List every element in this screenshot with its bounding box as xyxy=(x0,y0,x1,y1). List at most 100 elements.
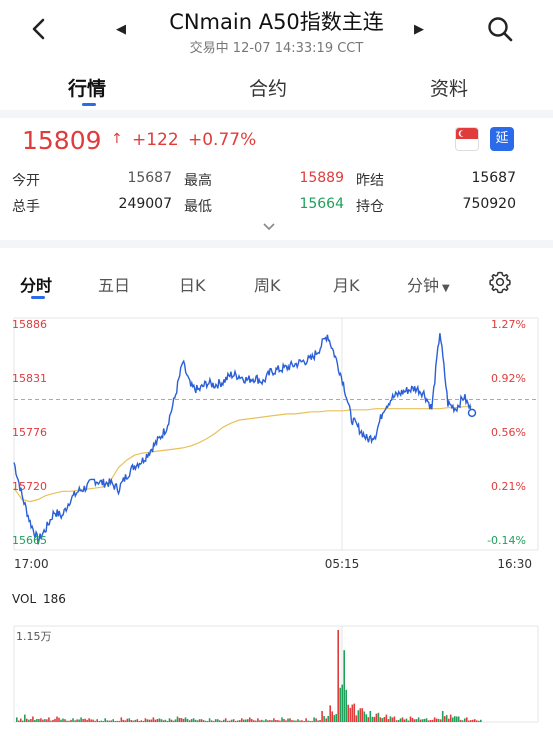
volume-bar xyxy=(18,720,20,722)
volume-bar xyxy=(188,720,191,722)
volume-bar xyxy=(243,719,245,722)
volume-value: 186 xyxy=(42,592,66,606)
section-divider xyxy=(0,110,553,118)
stat-prev-settle-label: 昨结 xyxy=(356,173,384,189)
last-price-dot xyxy=(467,408,477,418)
volume-label-text: VOL xyxy=(12,592,37,606)
volume-bar xyxy=(251,719,253,722)
volume-bar xyxy=(403,719,406,722)
volume-bar xyxy=(439,719,442,722)
volume-bar xyxy=(48,717,50,722)
volume-bar xyxy=(156,719,159,722)
tab-contract[interactable]: 合约 xyxy=(249,74,287,101)
volume-bar xyxy=(214,719,217,722)
volume-bar xyxy=(90,719,92,722)
chevron-down-icon[interactable] xyxy=(262,222,276,232)
search-icon[interactable] xyxy=(485,14,515,44)
volume-bar xyxy=(218,720,221,722)
tab-profile[interactable]: 资料 xyxy=(430,74,468,101)
volume-bar xyxy=(74,720,76,722)
volume-bar xyxy=(445,715,448,722)
volume-bar xyxy=(162,720,165,722)
tab-monthly-k[interactable]: 月K xyxy=(333,272,360,296)
volume-bar xyxy=(437,718,440,722)
y-tick-label: 15776 xyxy=(12,426,47,439)
volume-bar xyxy=(58,717,60,722)
volume-bar xyxy=(291,720,293,722)
volume-bar xyxy=(140,720,143,722)
volume-bar xyxy=(311,720,313,722)
volume-bar xyxy=(202,720,205,722)
volume-bar xyxy=(194,719,197,722)
volume-bar xyxy=(343,650,345,722)
volume-bar xyxy=(474,719,476,722)
volume-bar xyxy=(431,719,434,722)
tab-daily-k[interactable]: 日K xyxy=(179,272,206,296)
volume-bar xyxy=(341,684,343,722)
volume-bar xyxy=(68,720,70,722)
stat-low-label: 最低 xyxy=(184,199,212,215)
tab-quotes[interactable]: 行情 xyxy=(68,74,106,101)
stat-prev-settle-value: 15687 xyxy=(471,170,516,186)
volume-bar xyxy=(34,720,36,722)
volume-bar xyxy=(415,719,418,722)
intraday-chart[interactable]: 15886 1.27% 15831 0.92% 15776 0.56% 15720 0.21%… xyxy=(0,308,553,736)
volume-bar xyxy=(365,714,368,722)
volume-bar xyxy=(170,719,173,722)
volume-bar xyxy=(72,718,74,722)
volume-bar xyxy=(425,718,428,722)
volume-bar xyxy=(275,720,277,722)
volume-bar xyxy=(255,720,257,722)
volume-bar xyxy=(249,717,251,722)
volume-bar xyxy=(64,719,66,722)
volume-bar xyxy=(146,719,149,722)
volume-bar xyxy=(24,714,26,722)
singapore-flag-icon xyxy=(455,127,479,151)
section-divider xyxy=(0,240,553,248)
volume-bar xyxy=(461,720,464,722)
tab-weekly-k[interactable]: 周K xyxy=(254,272,281,296)
volume-bar xyxy=(335,714,337,722)
volume-bar xyxy=(245,719,247,722)
delay-badge[interactable]: 延 xyxy=(490,127,514,151)
volume-bar xyxy=(148,719,151,722)
volume-bar xyxy=(351,704,354,722)
next-contract-icon[interactable]: ▶ xyxy=(414,22,424,37)
volume-bar xyxy=(16,717,18,722)
gear-icon[interactable] xyxy=(488,270,512,294)
volume-bar xyxy=(421,719,424,722)
volume-bar xyxy=(301,720,303,722)
volume-bar xyxy=(166,721,169,722)
volume-bar xyxy=(405,718,408,722)
prev-contract-icon[interactable]: ◀ xyxy=(116,22,126,37)
volume-bar xyxy=(451,717,454,722)
volume-bar xyxy=(235,720,237,722)
volume-bar xyxy=(138,721,141,722)
volume-bar xyxy=(86,719,88,722)
volume-bar xyxy=(128,718,131,722)
tab-minute[interactable]: 分钟 ▼ xyxy=(407,272,450,296)
volume-bar xyxy=(271,720,273,722)
volume-bar xyxy=(241,718,243,722)
tab-intraday[interactable]: 分时 xyxy=(20,272,52,296)
volume-bar xyxy=(104,718,106,722)
tab-five-day[interactable]: 五日 xyxy=(98,272,130,296)
volume-bar xyxy=(224,718,227,722)
chart-grid xyxy=(13,317,539,723)
volume-bar xyxy=(216,719,219,722)
volume-bar xyxy=(315,718,317,722)
volume-bar xyxy=(321,711,323,722)
y-tick-pct-label: -0.14% xyxy=(487,534,526,547)
volume-bar xyxy=(457,716,460,722)
volume-bar xyxy=(295,720,297,722)
volume-bar xyxy=(52,719,54,722)
volume-bar xyxy=(373,716,376,722)
volume-bar xyxy=(323,716,325,722)
volume-bar xyxy=(192,718,195,722)
volume-bar xyxy=(383,717,386,722)
volume-bar xyxy=(279,720,281,722)
volume-bar xyxy=(220,720,223,722)
price-change-percent: +0.77% xyxy=(188,130,257,150)
volume-bar xyxy=(76,719,78,722)
volume-bar xyxy=(110,720,112,722)
